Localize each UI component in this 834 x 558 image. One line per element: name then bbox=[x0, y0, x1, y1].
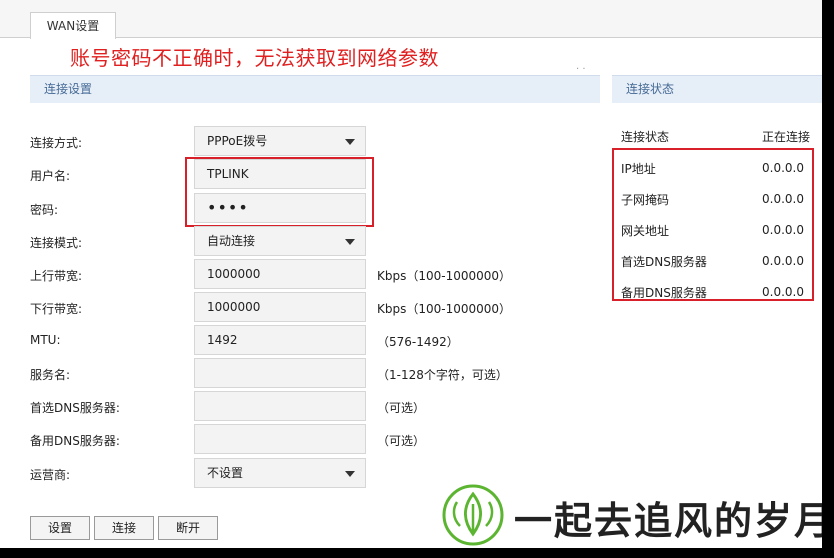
mtu-input[interactable]: 1492 bbox=[194, 325, 366, 355]
label-primary-dns: 首选DNS服务器: bbox=[30, 401, 120, 415]
label-upstream-bandwidth: 上行带宽: bbox=[30, 269, 83, 283]
save-button[interactable]: 设置 bbox=[30, 516, 90, 540]
primary-dns-hint: （可选） bbox=[377, 401, 426, 415]
isp-select[interactable]: 不设置 bbox=[194, 458, 366, 488]
label-isp: 运营商: bbox=[30, 468, 71, 482]
disconnect-button[interactable]: 断开 bbox=[158, 516, 218, 540]
secondary-dns-input[interactable] bbox=[194, 424, 366, 454]
mtu-hint: （576-1492） bbox=[377, 335, 459, 349]
watermark-text: 一起去追风的岁月 bbox=[514, 499, 822, 543]
status-highlight-box bbox=[612, 148, 814, 301]
service-name-input[interactable] bbox=[194, 358, 366, 388]
dropdown-arrow-icon bbox=[345, 239, 355, 245]
primary-dns-input[interactable] bbox=[194, 391, 366, 421]
warning-annotation: 账号密码不正确时，无法获取到网络参数 bbox=[70, 46, 439, 70]
label-downstream-bandwidth: 下行带宽: bbox=[30, 302, 83, 316]
isp-value: 不设置 bbox=[207, 466, 244, 480]
label-mtu: MTU: bbox=[30, 333, 61, 347]
upstream-bandwidth-input[interactable]: 1000000 bbox=[194, 259, 366, 289]
label-connection-mode: 连接模式: bbox=[30, 236, 83, 250]
label-password: 密码: bbox=[30, 203, 59, 217]
status-header-label: 连接状态 bbox=[621, 130, 670, 144]
status-header-value: 正在连接 bbox=[762, 130, 811, 144]
connection-type-select[interactable]: PPPoE拨号 bbox=[194, 126, 366, 156]
connection-mode-value: 自动连接 bbox=[207, 234, 256, 248]
tab-bar: WAN设置 bbox=[0, 0, 822, 39]
section-header-connection-status: 连接状态 bbox=[612, 75, 822, 103]
downstream-bandwidth-input[interactable]: 1000000 bbox=[194, 292, 366, 322]
credentials-highlight-box bbox=[185, 157, 374, 227]
router-admin-window: WAN设置 账号密码不正确时，无法获取到网络参数 · · 连接设置 连接状态 连… bbox=[0, 0, 822, 548]
dropdown-arrow-icon bbox=[345, 471, 355, 477]
dots-glyph: · · bbox=[576, 64, 586, 75]
downstream-bandwidth-hint: Kbps（100-1000000） bbox=[377, 302, 512, 316]
service-name-hint: （1-128个字符，可选） bbox=[377, 368, 508, 382]
connection-type-value: PPPoE拨号 bbox=[207, 134, 268, 148]
label-username: 用户名: bbox=[30, 169, 71, 183]
label-secondary-dns: 备用DNS服务器: bbox=[30, 434, 120, 448]
secondary-dns-hint: （可选） bbox=[377, 434, 426, 448]
dropdown-arrow-icon bbox=[345, 139, 355, 145]
leaf-logo-icon bbox=[442, 484, 504, 546]
section-header-connection-settings: 连接设置 bbox=[30, 75, 600, 103]
connection-mode-select[interactable]: 自动连接 bbox=[194, 226, 366, 256]
tab-wan-settings[interactable]: WAN设置 bbox=[30, 12, 116, 39]
label-connection-type: 连接方式: bbox=[30, 136, 83, 150]
upstream-bandwidth-hint: Kbps（100-1000000） bbox=[377, 269, 512, 283]
watermark: 一起去追风的岁月 bbox=[436, 482, 822, 548]
connect-button[interactable]: 连接 bbox=[94, 516, 154, 540]
label-service-name: 服务名: bbox=[30, 368, 71, 382]
